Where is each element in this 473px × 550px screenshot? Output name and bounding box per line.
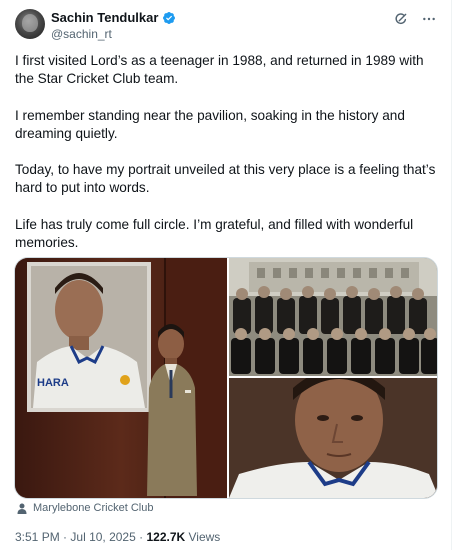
media-image-portrait-unveiling[interactable]: HARA (15, 258, 227, 498)
author-handle[interactable]: @sachin_rt (51, 27, 112, 41)
post-paragraph: Life has truly come full circle. I’m gra… (15, 216, 414, 250)
media-caption[interactable]: Marylebone Cricket Club (17, 502, 153, 514)
more-icon[interactable] (421, 11, 437, 27)
column-divider (451, 0, 452, 550)
post-paragraph: Today, to have my portrait unveiled at t… (15, 162, 436, 196)
avatar[interactable] (15, 9, 45, 39)
meta-separator: · (139, 530, 144, 544)
post-paragraph: I remember standing near the pavilion, s… (15, 107, 405, 141)
views-label: Views (188, 530, 221, 544)
verified-badge-icon (163, 11, 176, 24)
media-image-portrait-closeup[interactable] (229, 378, 437, 498)
post-card: Sachin Tendulkar @sachin_rt I first visi… (0, 0, 473, 550)
post-paragraph: I first visited Lord’s as a teenager in … (15, 53, 424, 87)
portrait-jersey-text: HARA (37, 377, 69, 389)
post-time[interactable]: 3:51 PM (15, 530, 60, 544)
portrait-closeup-illustration (229, 378, 437, 498)
meta-separator: · (63, 530, 68, 544)
author-name-row: Sachin Tendulkar (51, 10, 176, 25)
grok-icon[interactable] (393, 11, 409, 27)
caption-text: Marylebone Cricket Club (33, 502, 154, 514)
team-photo-illustration (229, 258, 437, 376)
author-display-name[interactable]: Sachin Tendulkar (51, 10, 158, 25)
views-count: 122.7K (146, 530, 186, 544)
header-actions (393, 11, 437, 27)
person-icon (17, 503, 27, 514)
post-text: I first visited Lord’s as a teenager in … (15, 52, 440, 252)
portrait-unveiling-illustration: HARA (15, 258, 227, 498)
media-image-team-photo[interactable] (229, 258, 437, 376)
media-grid: HARA (14, 257, 438, 499)
post-date[interactable]: Jul 10, 2025 (70, 530, 135, 544)
post-meta: 3:51 PM · Jul 10, 2025 · 122.7K Views (15, 530, 220, 544)
